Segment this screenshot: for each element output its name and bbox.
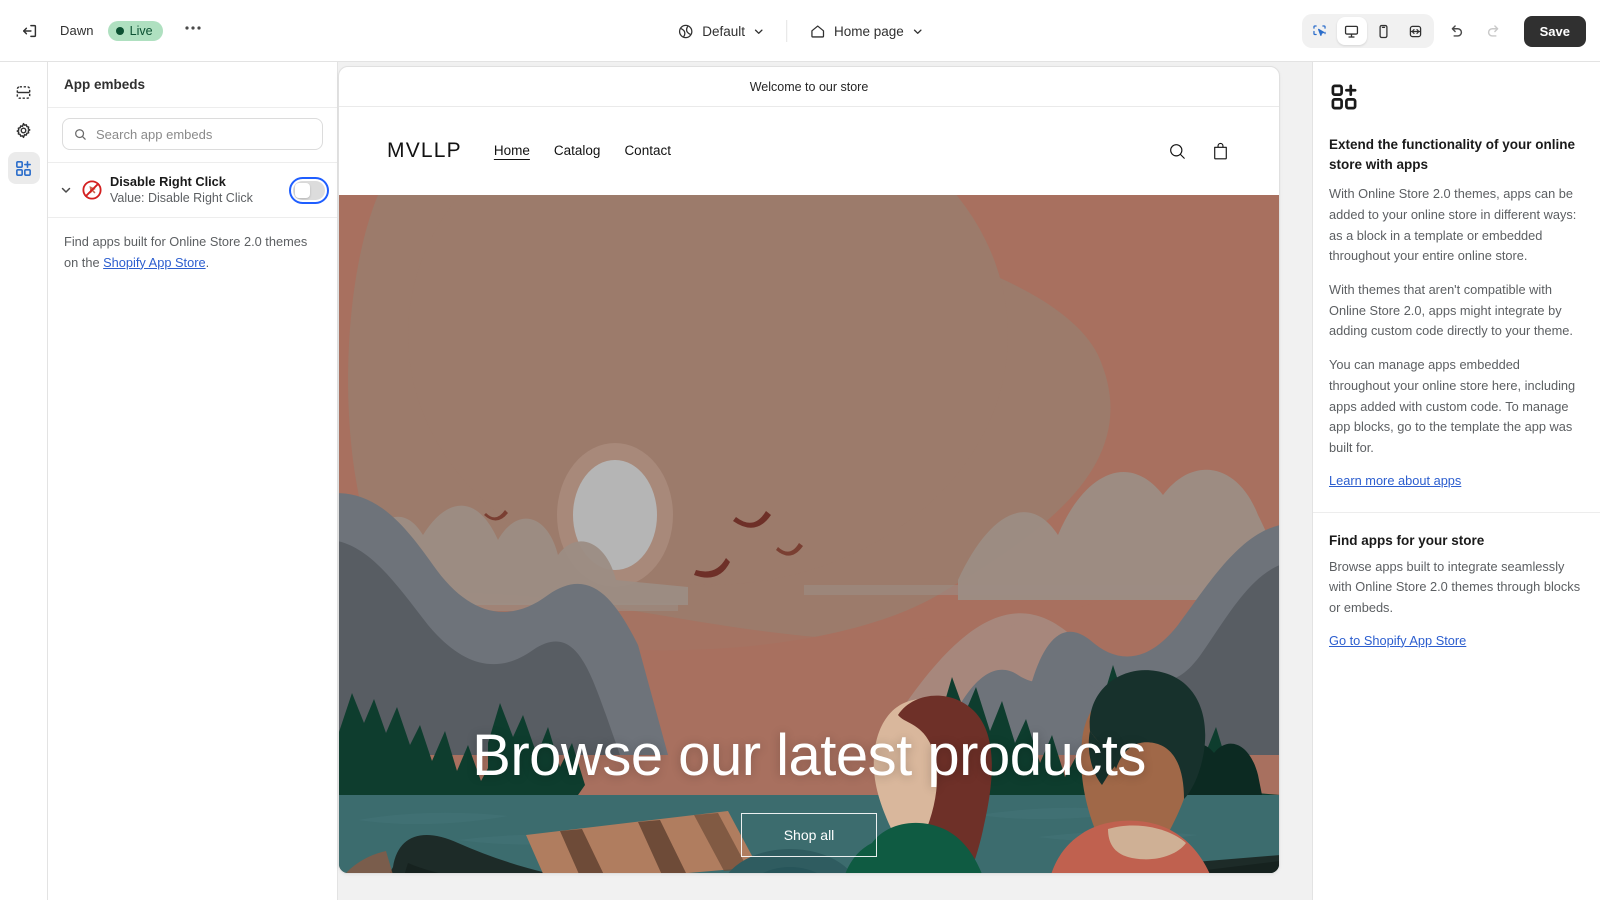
panel-paragraph-2: With themes that aren't compatible with … — [1329, 282, 1573, 339]
search-row — [48, 108, 337, 163]
store-logo[interactable]: MVLLP — [387, 139, 462, 163]
store-cart-icon[interactable] — [1210, 141, 1231, 162]
page-label: Home page — [833, 23, 904, 39]
no-right-click-icon — [82, 180, 102, 200]
hero-title: Browse our latest products — [472, 723, 1146, 789]
store-preview[interactable]: Welcome to our store MVLLP Home Catalog … — [338, 66, 1280, 874]
exit-editor-button[interactable] — [14, 15, 46, 47]
footnote-text-post: . — [205, 254, 210, 270]
cursor-select-icon — [1313, 24, 1326, 36]
sidebar-item-sections[interactable] — [8, 76, 40, 108]
page-title: App embeds — [64, 77, 146, 92]
undo-icon — [1451, 25, 1462, 37]
apps-grid-plus-icon — [1329, 82, 1584, 117]
gear-icon — [16, 122, 31, 138]
status-badge: Live — [107, 20, 163, 41]
store-header: MVLLP Home Catalog Contact — [339, 107, 1279, 195]
full-width-view-button[interactable] — [1401, 17, 1431, 45]
chevron-down-icon — [913, 28, 922, 34]
app-embed-toggle[interactable] — [289, 176, 329, 204]
announcement-bar: Welcome to our store — [339, 67, 1279, 107]
store-header-icons — [1167, 141, 1231, 162]
apps-grid-plus-icon — [16, 160, 31, 176]
page-selector[interactable]: Home page — [799, 17, 933, 46]
app-embed-subtitle: Value: Disable Right Click — [110, 191, 253, 206]
app-embed-texts: Disable Right Click Value: Disable Right… — [110, 173, 286, 207]
divider — [785, 20, 787, 42]
sections-icon — [16, 85, 31, 99]
find-apps-body: Browse apps built to integrate seamlessl… — [1329, 558, 1581, 616]
topbar-right-group: Save — [1301, 0, 1586, 62]
go-to-shopify-app-store-link[interactable]: Go to Shopify App Store — [1329, 633, 1466, 648]
app-info-panel: Extend the functionality of your online … — [1312, 62, 1600, 900]
desktop-view-button[interactable] — [1336, 17, 1367, 45]
exit-arrow-icon — [22, 24, 37, 37]
save-button[interactable]: Save — [1523, 15, 1586, 47]
hero-overlay: Browse our latest products Shop all — [339, 723, 1279, 873]
mobile-view-button[interactable] — [1369, 17, 1399, 45]
sidebar-item-settings[interactable] — [8, 114, 40, 146]
theme-name: Dawn — [60, 23, 94, 38]
top-bar: Dawn Live Default Home page Save — [0, 0, 1600, 62]
app-embeds-panel: App embeds Disable Right Click Value: Di… — [48, 62, 338, 900]
shopify-app-store-link[interactable]: Shopify App Store — [103, 255, 205, 270]
nav-link-catalog[interactable]: Catalog — [554, 143, 601, 160]
search-box[interactable] — [62, 118, 323, 150]
ellipsis-icon — [184, 25, 201, 30]
locale-label: Default — [702, 23, 745, 39]
nav-link-home[interactable]: Home — [494, 143, 530, 160]
sidebar-item-apps[interactable] — [7, 152, 40, 184]
search-input[interactable] — [96, 126, 312, 142]
find-apps-section: Find apps for your store Browse apps bui… — [1313, 513, 1600, 672]
store-search-icon[interactable] — [1167, 141, 1188, 162]
panel-header: App embeds — [48, 62, 337, 108]
panel-heading: Extend the functionality of your online … — [1329, 137, 1576, 172]
topbar-center-group: Default Home page — [667, 0, 933, 62]
hero-banner: Browse our latest products Shop all — [339, 195, 1279, 873]
select-tool-button[interactable] — [1305, 17, 1335, 45]
locale-selector[interactable]: Default — [667, 17, 774, 46]
nav-link-contact[interactable]: Contact — [624, 143, 671, 160]
app-embed-title: Disable Right Click — [110, 174, 226, 189]
panel-paragraph-1: With Online Store 2.0 themes, apps can b… — [1329, 186, 1577, 264]
undo-button[interactable] — [1440, 15, 1472, 47]
learn-more-about-apps-link[interactable]: Learn more about apps — [1329, 473, 1461, 488]
desktop-icon — [1345, 25, 1359, 38]
left-rail — [0, 62, 48, 900]
full-width-icon — [1409, 25, 1422, 37]
more-options-button[interactable] — [177, 15, 209, 47]
shop-all-button[interactable]: Shop all — [740, 813, 878, 857]
expand-chevron-button[interactable] — [58, 182, 74, 198]
topbar-left-group: Dawn Live — [0, 15, 209, 47]
chevron-down-icon — [61, 187, 71, 193]
chevron-down-icon — [754, 28, 763, 34]
redo-icon — [1487, 25, 1498, 37]
app-store-footnote: Find apps built for Online Store 2.0 the… — [48, 218, 337, 287]
status-dot-icon — [115, 26, 124, 35]
find-apps-heading: Find apps for your store — [1329, 532, 1485, 548]
home-icon — [811, 24, 824, 38]
apps-info-section: Extend the functionality of your online … — [1313, 62, 1600, 512]
status-badge-label: Live — [129, 23, 153, 38]
globe-icon — [678, 24, 693, 38]
app-embed-item-disable-right-click[interactable]: Disable Right Click Value: Disable Right… — [48, 163, 337, 219]
panel-paragraph-3: You can manage apps embedded throughout … — [1329, 357, 1576, 456]
search-icon — [75, 128, 86, 140]
mobile-icon — [1379, 24, 1388, 38]
redo-button[interactable] — [1478, 15, 1510, 47]
store-nav: Home Catalog Contact — [494, 143, 671, 160]
toggle-knob — [295, 182, 310, 198]
device-toggle-group — [1301, 14, 1434, 48]
